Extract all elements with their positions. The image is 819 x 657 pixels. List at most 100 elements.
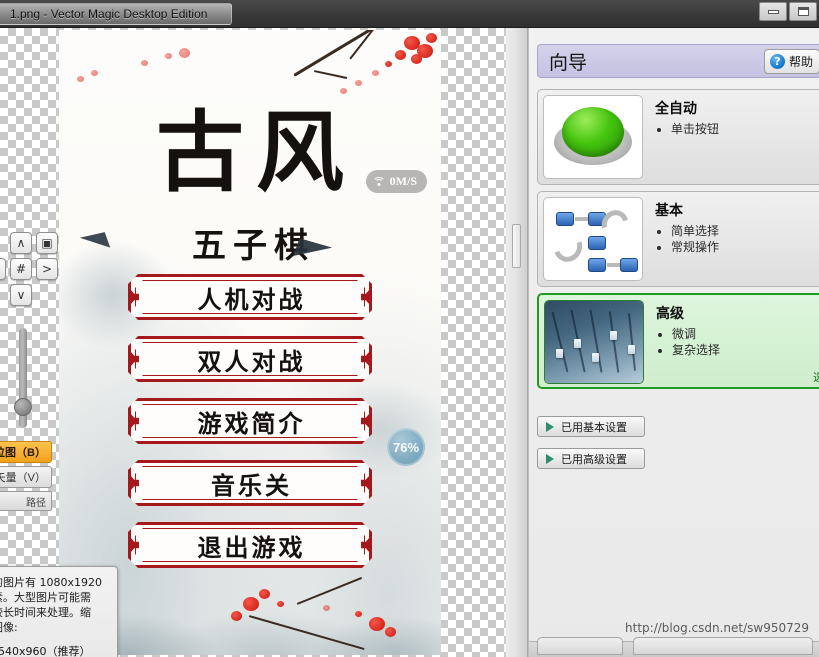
maximize-button[interactable] (789, 2, 817, 21)
menu-item-music-toggle[interactable]: 音乐关 (128, 460, 372, 506)
wizard-panel: 向导 ? 帮助 全自动 单击按钮 (528, 28, 819, 657)
mode-card-body: 高级 微调 复杂选择 (644, 300, 720, 358)
mode-card-fully-automatic[interactable]: 全自动 单击按钮 (537, 89, 819, 185)
pan-up-button[interactable]: ∧ (10, 232, 32, 254)
view-tab-strip: 位图（B） 矢量（V） 路径 (0, 441, 52, 511)
network-speed-value: 0M/S (389, 174, 417, 188)
pan-right-button[interactable]: > (36, 258, 58, 280)
menu-item-vs-ai[interactable]: 人机对战 (128, 274, 372, 320)
mode-card-title: 全自动 (655, 101, 697, 117)
flow-node (556, 212, 574, 226)
flow-node (588, 236, 606, 250)
help-question-icon: ? (769, 54, 785, 69)
mode-card-advanced[interactable]: 高级 微调 复杂选择 选 (537, 293, 819, 389)
plum-petals-upper-left (69, 48, 219, 108)
size-dialog-line-2: 像素。大型图片可能需 (0, 591, 91, 604)
wizard-mode-cards: 全自动 单击按钮 (537, 89, 819, 395)
mixer-fader-knob (610, 331, 617, 340)
button-dome-shape (562, 107, 624, 158)
minimize-icon (767, 9, 779, 14)
mode-card-body: 基本 简单选择 常规操作 (643, 197, 719, 255)
use-basic-settings-button[interactable]: 已用基本设置 (537, 416, 645, 437)
preset-button-label: 已用高级设置 (561, 452, 627, 466)
tab-paths[interactable]: 路径 (0, 491, 52, 511)
menu-item-two-player[interactable]: 双人对战 (128, 336, 372, 382)
wizard-header: 向导 ? 帮助 (537, 44, 819, 78)
size-dialog-line-1: 您的图片有 1080x1920 (0, 576, 102, 589)
fit-to-window-button[interactable]: ▣ (36, 232, 58, 254)
size-option-row[interactable]: 540x960（推荐） (0, 643, 111, 657)
menu-item-label: 游戏简介 (197, 408, 306, 438)
canvas-nav-pad: ∧ ▣ < # > ∨ (0, 232, 58, 306)
pan-left-button[interactable]: < (0, 258, 6, 280)
application-window: 1.png - Vector Magic Desktop Edition 古风 … (0, 0, 819, 657)
flow-node (620, 258, 638, 272)
wizard-title: 向导 (549, 51, 588, 74)
mixer-fader-knob (592, 353, 599, 362)
game-menu-list: 人机对战 双人对战 游戏简介 音乐关 退出游戏 (128, 274, 372, 584)
size-option-label: 540x960（推荐） (0, 645, 91, 657)
menu-item-exit-game[interactable]: 退出游戏 (128, 522, 372, 568)
minimize-button[interactable] (759, 2, 787, 21)
mode-card-bullet: 单击按钮 (671, 121, 719, 137)
menu-item-label: 退出游戏 (197, 532, 306, 562)
flow-diagram-icon (543, 197, 643, 281)
menu-item-game-intro[interactable]: 游戏简介 (128, 398, 372, 444)
maximize-icon (797, 7, 809, 16)
title-bar-caption: 1.png - Vector Magic Desktop Edition (0, 3, 232, 25)
zoom-slider[interactable] (14, 328, 32, 428)
tab-vector[interactable]: 矢量（V） (0, 466, 52, 488)
game-artwork-image: 古风 五子棋 0M/S 人机对战 双人对战 游戏简介 音乐关 退出游戏 76% (59, 30, 441, 655)
flow-node (588, 258, 606, 272)
preset-button-group: 已用基本设置 已用高级设置 (537, 416, 645, 480)
mode-card-body: 全自动 单击按钮 (643, 95, 719, 137)
use-advanced-settings-button[interactable]: 已用高级设置 (537, 448, 645, 469)
mode-card-corner-note: 选 (813, 369, 819, 385)
mode-card-bullet: 复杂选择 (672, 342, 720, 358)
mixer-fader-knob (628, 345, 635, 354)
bottom-button-right[interactable] (633, 637, 813, 655)
zoom-slider-thumb[interactable] (14, 398, 32, 416)
flow-connector (607, 263, 620, 267)
menu-item-label: 双人对战 (197, 346, 306, 376)
menu-item-label: 音乐关 (211, 470, 292, 500)
network-speed-badge: 0M/S (365, 170, 427, 193)
size-dialog-line-3: 要较长时间来处理。缩 (0, 606, 91, 619)
tab-bitmap[interactable]: 位图（B） (0, 441, 52, 463)
window-controls (759, 0, 819, 28)
wifi-icon (372, 176, 386, 187)
mode-card-bullets: 微调 复杂选择 (656, 326, 720, 358)
flow-arrow-icon (548, 227, 588, 267)
center-view-button[interactable]: # (10, 258, 32, 280)
mixer-fader-knob (574, 339, 581, 348)
mode-card-bullet: 微调 (672, 326, 720, 342)
image-size-dialog: 您的图片有 1080x1920 像素。大型图片可能需 要较长时间来处理。缩 小图… (0, 566, 118, 657)
mode-card-bullet: 简单选择 (671, 223, 719, 239)
mode-card-bullet: 常规操作 (671, 239, 719, 255)
splitter-grip[interactable] (512, 224, 521, 268)
play-triangle-icon (546, 453, 554, 464)
play-triangle-icon (546, 421, 554, 432)
mode-card-bullets: 单击按钮 (655, 121, 719, 137)
window-title: 1.png - Vector Magic Desktop Edition (10, 7, 208, 21)
preset-button-label: 已用基本设置 (561, 420, 627, 434)
mode-card-basic[interactable]: 基本 简单选择 常规操作 (537, 191, 819, 287)
mode-card-title: 高级 (656, 306, 684, 322)
flow-connector (575, 217, 588, 221)
title-bar: 1.png - Vector Magic Desktop Edition (0, 0, 819, 28)
panel-splitter[interactable] (506, 28, 528, 657)
pan-down-button[interactable]: ∨ (10, 284, 32, 306)
help-button-label: 帮助 (788, 55, 813, 69)
image-canvas[interactable]: 古风 五子棋 0M/S 人机对战 双人对战 游戏简介 音乐关 退出游戏 76% … (0, 28, 506, 657)
size-dialog-line-4: 小图像: (0, 621, 18, 634)
blog-watermark: http://blog.csdn.net/sw950729 (625, 621, 809, 635)
menu-item-label: 人机对战 (197, 284, 306, 314)
audio-mixer-icon (544, 300, 644, 384)
green-push-button-icon (543, 95, 643, 179)
bottom-button-left[interactable] (537, 637, 623, 655)
mixer-fader-knob (556, 349, 563, 358)
mode-card-title: 基本 (655, 203, 683, 219)
help-button[interactable]: ? 帮助 (763, 49, 819, 74)
game-subtitle: 五子棋 (192, 226, 315, 266)
mode-card-bullets: 简单选择 常规操作 (655, 223, 719, 255)
